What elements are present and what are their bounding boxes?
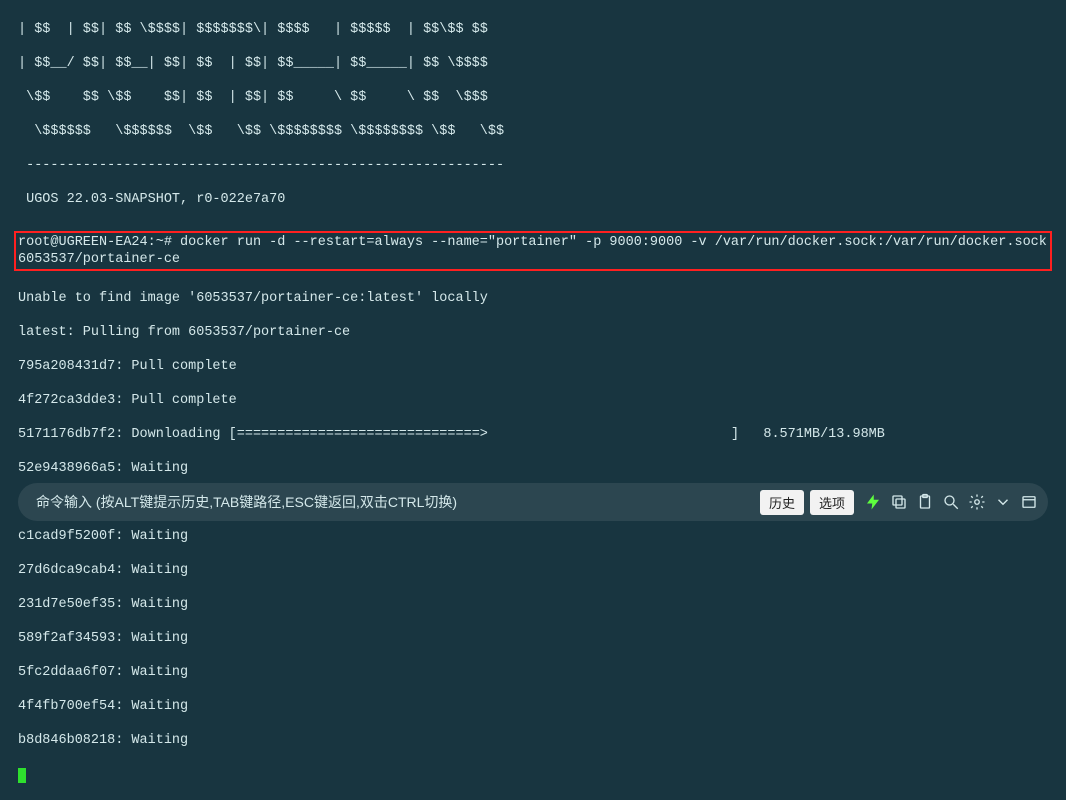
output-line: 4f272ca3dde3: Pull complete <box>18 392 1048 409</box>
waiting-line: 52e9438966a5: Waiting <box>18 460 1048 477</box>
bolt-icon[interactable] <box>864 493 882 511</box>
command-input-bar[interactable]: 命令输入 (按ALT键提示历史,TAB键路径,ESC键返回,双击CTRL切换) … <box>18 483 1048 521</box>
waiting-line: b8d846b08218: Waiting <box>18 732 1048 749</box>
cursor-line <box>18 766 1048 783</box>
clipboard-icon[interactable] <box>916 493 934 511</box>
options-button[interactable]: 选项 <box>810 490 854 515</box>
cursor <box>18 768 26 783</box>
window-icon[interactable] <box>1020 493 1038 511</box>
chevron-down-icon[interactable] <box>994 493 1012 511</box>
history-button[interactable]: 历史 <box>760 490 804 515</box>
command-line: root@UGREEN-EA24:~# docker run -d --rest… <box>18 235 1055 267</box>
ascii-line: \$$$$$$ \$$$$$$ \$$ \$$ \$$$$$$$$ \$$$$$… <box>18 123 1048 140</box>
terminal-output: | $$ | $$| $$ \$$$$| $$$$$$$\| $$$$ | $$… <box>0 0 1066 800</box>
output-line: Unable to find image '6053537/portainer-… <box>18 290 1048 307</box>
waiting-line: 231d7e50ef35: Waiting <box>18 596 1048 613</box>
os-version: UGOS 22.03-SNAPSHOT, r0-022e7a70 <box>18 191 1048 208</box>
ascii-line: | $$ | $$| $$ \$$$$| $$$$$$$\| $$$$ | $$… <box>18 21 1048 38</box>
download-line: 5171176db7f2: Downloading [=============… <box>18 426 1048 443</box>
waiting-line: 27d6dca9cab4: Waiting <box>18 562 1048 579</box>
ascii-line: ----------------------------------------… <box>18 157 1048 174</box>
ascii-line: \$$ $$ \$$ $$| $$ | $$| $$ \ $$ \ $$ \$$… <box>18 89 1048 106</box>
waiting-line: c1cad9f5200f: Waiting <box>18 528 1048 545</box>
waiting-line: 4f4fb700ef54: Waiting <box>18 698 1048 715</box>
waiting-line: 589f2af34593: Waiting <box>18 630 1048 647</box>
search-icon[interactable] <box>942 493 960 511</box>
waiting-line: 5fc2ddaa6f07: Waiting <box>18 664 1048 681</box>
toolbar-icons <box>864 493 1038 511</box>
command-highlight: root@UGREEN-EA24:~# docker run -d --rest… <box>14 231 1052 271</box>
output-line: latest: Pulling from 6053537/portainer-c… <box>18 324 1048 341</box>
copy-icon[interactable] <box>890 493 908 511</box>
ascii-line: | $$__/ $$| $$__| $$| $$ | $$| $$_____| … <box>18 55 1048 72</box>
gear-icon[interactable] <box>968 493 986 511</box>
command-input-placeholder[interactable]: 命令输入 (按ALT键提示历史,TAB键路径,ESC键返回,双击CTRL切换) <box>36 492 754 512</box>
output-line: 795a208431d7: Pull complete <box>18 358 1048 375</box>
